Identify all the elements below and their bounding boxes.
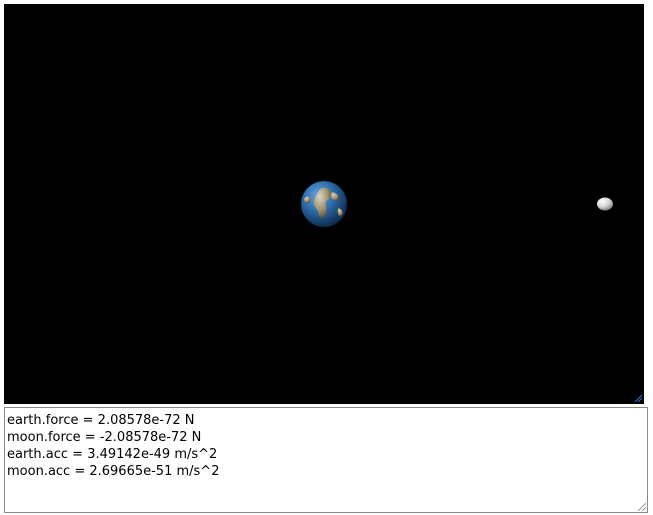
output-line-earth-force: earth.force = 2.08578e-72 N [7, 413, 195, 428]
scene-canvas[interactable] [4, 4, 644, 404]
resize-handle-icon[interactable] [634, 394, 642, 402]
output-line-earth-acc: earth.acc = 3.49142e-49 m/s^2 [7, 447, 218, 462]
output-line-moon-force: moon.force = -2.08578e-72 N [7, 430, 202, 445]
output-line-moon-acc: moon.acc = 2.69665e-51 m/s^2 [7, 464, 220, 479]
moon-sphere [597, 197, 613, 211]
output-textarea[interactable]: earth.force = 2.08578e-72 N moon.force =… [4, 407, 648, 513]
earth-sphere [300, 180, 348, 228]
textarea-resize-grip-icon[interactable] [636, 501, 646, 511]
